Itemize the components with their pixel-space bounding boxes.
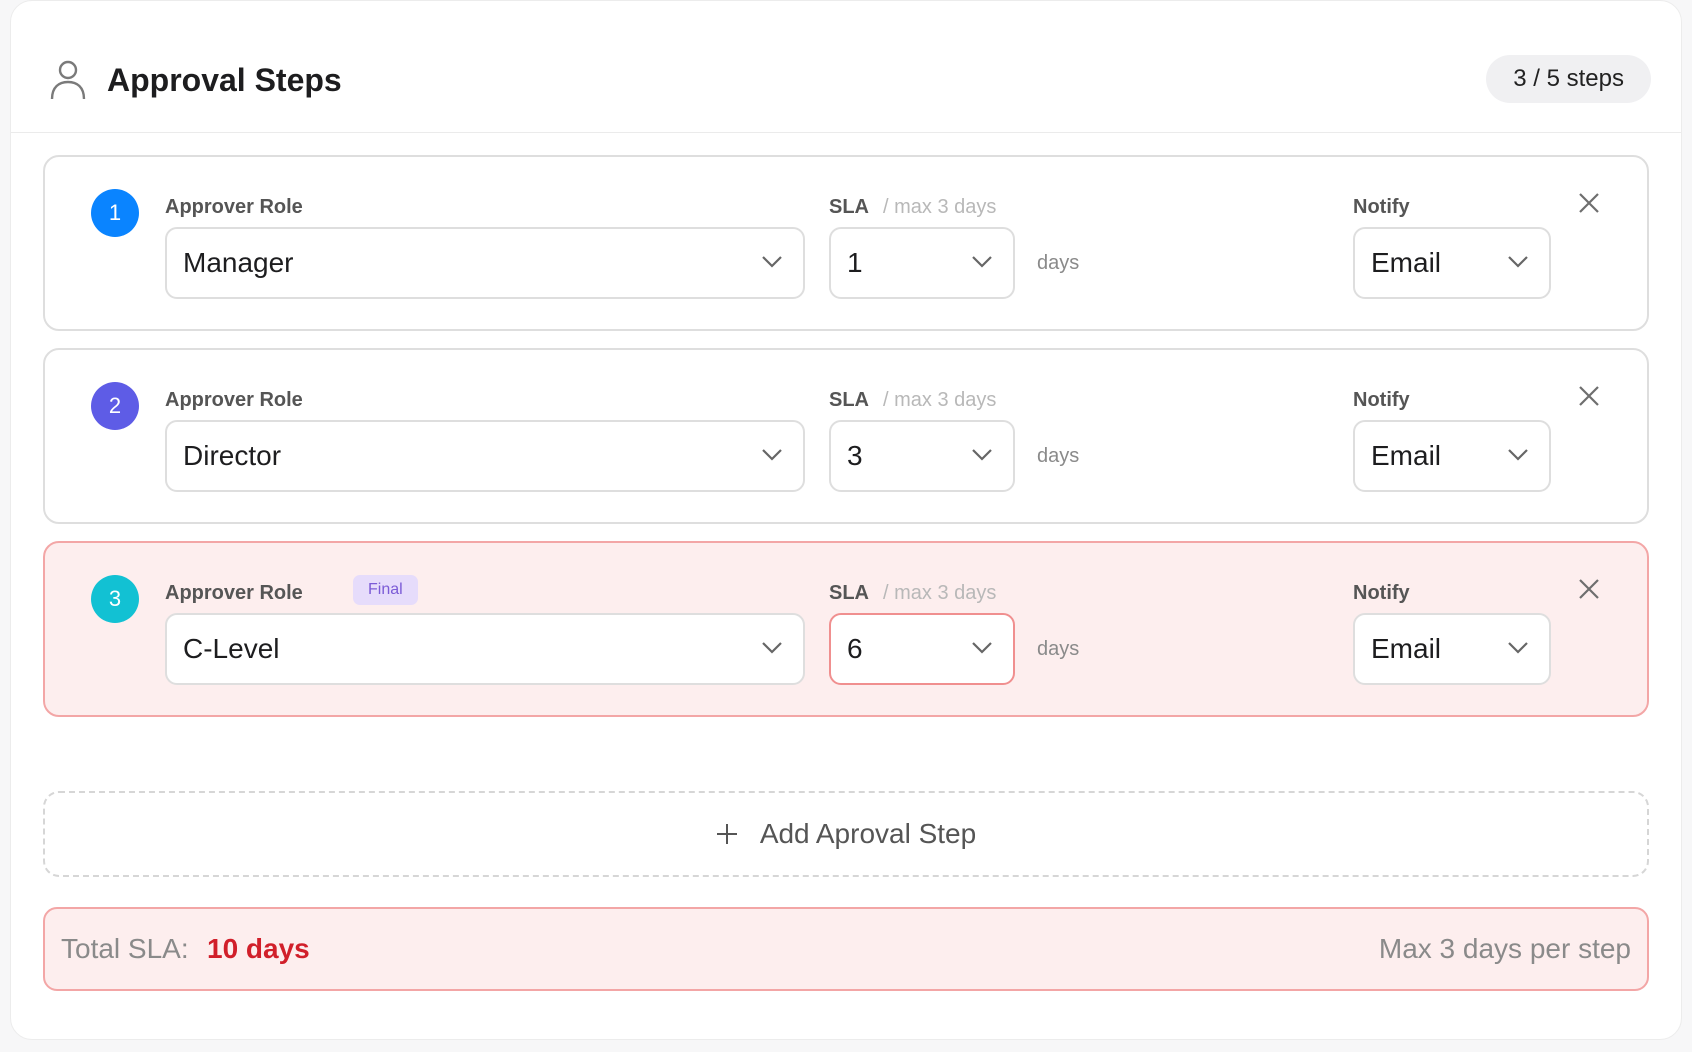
- add-approval-step-button[interactable]: Add Aproval Step: [43, 791, 1649, 877]
- chevron-down-icon: [1508, 256, 1528, 268]
- approver-role-value: Manager: [183, 247, 294, 278]
- chevron-down-icon: [972, 642, 992, 654]
- sla-label: SLA: [829, 582, 869, 604]
- notify-label: Notify: [1353, 196, 1410, 218]
- close-icon[interactable]: [1577, 577, 1601, 601]
- notify-label: Notify: [1353, 389, 1410, 411]
- approver-role-value: C-Level: [183, 633, 280, 664]
- sla-value: 6: [847, 633, 863, 664]
- step-number-badge: 3: [91, 575, 139, 623]
- sla-label: SLA: [829, 196, 869, 218]
- approver-role-select[interactable]: Manager: [165, 227, 805, 299]
- approver-role-label: Approver Role: [165, 196, 303, 218]
- total-sla-label: Total SLA:: [61, 933, 189, 964]
- sla-hint: / max 3 days: [883, 582, 997, 604]
- sla-select[interactable]: 1: [829, 227, 1015, 299]
- notify-select[interactable]: Email: [1353, 227, 1551, 299]
- sla-hint: / max 3 days: [883, 389, 997, 411]
- chevron-down-icon: [762, 256, 782, 268]
- step-count-badge: 3 / 5 steps: [1486, 55, 1651, 103]
- final-step-badge: Final: [353, 575, 418, 605]
- sla-unit: days: [1037, 445, 1080, 467]
- approval-step-2: 2 Approver Role SLA / max 3 days Notify …: [43, 348, 1649, 524]
- panel-header: Approval Steps 3 / 5 steps: [11, 1, 1681, 133]
- sla-select[interactable]: 3: [829, 420, 1015, 492]
- approver-role-select[interactable]: C-Level: [165, 613, 805, 685]
- close-icon[interactable]: [1577, 384, 1601, 408]
- notify-select[interactable]: Email: [1353, 613, 1551, 685]
- total-sla-value: 10 days: [207, 933, 310, 964]
- chevron-down-icon: [762, 449, 782, 461]
- sla-value: 3: [847, 440, 863, 471]
- sla-value: 1: [847, 247, 863, 278]
- notify-value: Email: [1371, 247, 1442, 278]
- chevron-down-icon: [972, 449, 992, 461]
- step-number-badge: 2: [91, 382, 139, 430]
- approver-role-value: Director: [183, 440, 282, 471]
- notify-label: Notify: [1353, 582, 1410, 604]
- chevron-down-icon: [1508, 642, 1528, 654]
- page-title: Approval Steps: [107, 62, 342, 98]
- sla-unit: days: [1037, 252, 1080, 274]
- approval-steps-panel: Approval Steps 3 / 5 steps 1 Approver Ro…: [10, 0, 1682, 1040]
- sla-unit: days: [1037, 638, 1080, 660]
- approver-role-label: Approver Role: [165, 582, 303, 604]
- plus-icon: [716, 824, 737, 844]
- approver-role-label: Approver Role: [165, 389, 303, 411]
- sla-label: SLA: [829, 389, 869, 411]
- user-icon: [50, 60, 86, 100]
- step-number-badge: 1: [91, 189, 139, 237]
- approval-step-1: 1 Approver Role SLA / max 3 days Notify …: [43, 155, 1649, 331]
- total-sla-hint: Max 3 days per step: [1378, 933, 1631, 964]
- close-icon[interactable]: [1577, 191, 1601, 215]
- approver-role-select[interactable]: Director: [165, 420, 805, 492]
- notify-value: Email: [1371, 440, 1442, 471]
- approval-step-3: 3 Approver Role Final SLA / max 3 days N…: [43, 541, 1649, 717]
- total-sla-bar: Total SLA: 10 days Max 3 days per step: [43, 907, 1649, 991]
- chevron-down-icon: [972, 256, 992, 268]
- notify-select[interactable]: Email: [1353, 420, 1551, 492]
- sla-hint: / max 3 days: [883, 196, 997, 218]
- notify-value: Email: [1371, 633, 1442, 664]
- chevron-down-icon: [1508, 449, 1528, 461]
- sla-select[interactable]: 6: [829, 613, 1015, 685]
- add-step-label: Add Aproval Step: [759, 818, 977, 849]
- chevron-down-icon: [762, 642, 782, 654]
